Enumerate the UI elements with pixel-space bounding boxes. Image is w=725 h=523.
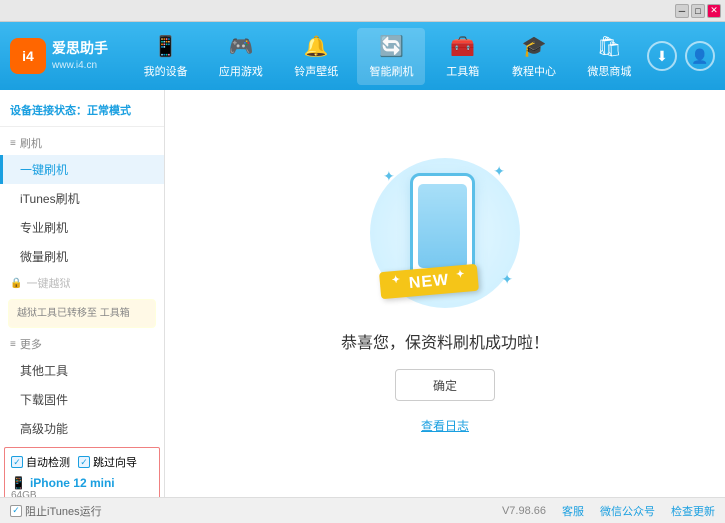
download-button[interactable]: ⬇: [647, 41, 677, 71]
jailbreak-warning: 越狱工具已转移至 工具箱: [8, 299, 156, 328]
more-icon: ≡: [10, 339, 16, 350]
maximize-button[interactable]: □: [691, 4, 705, 18]
confirm-button[interactable]: 确定: [395, 369, 495, 401]
sidebar-item-wipe-flash[interactable]: 微量刷机: [0, 242, 164, 271]
device-icon: 📱: [11, 476, 26, 490]
nav-label: 应用游戏: [219, 63, 263, 79]
sidebar-item-other-tools[interactable]: 其他工具: [0, 356, 164, 385]
check-update-link[interactable]: 检查更新: [671, 503, 715, 519]
nav-item-wechat-store[interactable]: 🛍 微思商城: [575, 28, 643, 85]
section-label: 更多: [20, 336, 42, 352]
device-storage: 64GB: [11, 490, 153, 497]
toolbox-icon: 🧰: [450, 34, 475, 59]
nav-label: 工具箱: [446, 63, 479, 79]
store-icon: 🛍: [597, 34, 622, 59]
device-name: 📱 iPhone 12 mini: [11, 476, 153, 490]
main: 设备连接状态：正常模式 ≡ 刷机 一键刷机 iTunes刷机 专业刷机 微量刷机…: [0, 90, 725, 497]
content-area: ✦ ✦ ✦ ✦ NEW ✦ 恭喜您，保资料刷机成功啦！ 确定 查看日志: [165, 90, 725, 497]
section-label: 一键越狱: [26, 275, 70, 291]
close-button[interactable]: ✕: [707, 4, 721, 18]
success-panel: ✦ ✦ ✦ ✦ NEW ✦ 恭喜您，保资料刷机成功啦！ 确定 查看日志: [341, 153, 549, 434]
sparkle-icon-2: ✦: [493, 163, 505, 180]
section-jailbreak: 🔒 一键越狱: [0, 271, 164, 295]
flash-icon: 🔄: [379, 34, 404, 59]
phone-illustration: ✦ ✦ ✦ ✦ NEW ✦: [365, 153, 525, 313]
sidebar-checkboxes: ✓ 自动检测 ✓ 跳过向导: [11, 454, 153, 470]
logo: i4 爱思助手 www.i4.cn: [10, 38, 108, 74]
apps-icon: 🎮: [228, 34, 253, 59]
nav-label: 我的设备: [144, 63, 188, 79]
section-label: 刷机: [20, 135, 42, 151]
skip-wizard-label: 跳过向导: [93, 454, 137, 470]
sparkle-icon-3: ✦: [501, 271, 513, 288]
nav-bar: 📱 我的设备 🎮 应用游戏 🔔 铃声壁纸 🔄 智能刷机 🧰 工具箱 🎓 教程中心…: [128, 28, 647, 85]
sidebar-item-onekey-flash[interactable]: 一键刷机: [0, 155, 164, 184]
nav-label: 智能刷机: [369, 63, 413, 79]
header: i4 爱思助手 www.i4.cn 📱 我的设备 🎮 应用游戏 🔔 铃声壁纸 🔄…: [0, 22, 725, 90]
stop-itunes-label: 阻止iTunes运行: [25, 503, 102, 519]
sidebar-item-advanced[interactable]: 高级功能: [0, 414, 164, 443]
footer-right: V7.98.66 客服 微信公众号 检查更新: [502, 503, 715, 519]
nav-item-apps-games[interactable]: 🎮 应用游戏: [207, 28, 275, 85]
star-icon-2: ✦: [456, 268, 466, 280]
tutorial-icon: 🎓: [522, 34, 547, 59]
stop-itunes-checkbox[interactable]: ✓: [10, 505, 22, 517]
header-right: ⬇ 👤: [647, 41, 715, 71]
nav-label: 铃声壁纸: [294, 63, 338, 79]
checkbox-icon: ✓: [78, 456, 90, 468]
checkbox-icon: ✓: [11, 456, 23, 468]
sidebar-item-itunes-flash[interactable]: iTunes刷机: [0, 184, 164, 213]
sparkle-icon-1: ✦: [383, 168, 395, 185]
section-more: ≡ 更多: [0, 332, 164, 356]
stop-itunes-control: ✓ 阻止iTunes运行: [10, 503, 102, 519]
nav-label: 微思商城: [587, 63, 631, 79]
logo-text: 爱思助手 www.i4.cn: [52, 39, 108, 73]
auto-detect-checkbox[interactable]: ✓ 自动检测: [11, 454, 70, 470]
nav-label: 教程中心: [512, 63, 556, 79]
title-bar: ─ □ ✕: [0, 0, 725, 22]
device-icon: 📱: [153, 34, 178, 59]
nav-item-smart-flash[interactable]: 🔄 智能刷机: [357, 28, 425, 85]
sidebar-item-download-fw[interactable]: 下载固件: [0, 385, 164, 414]
nav-item-ringtone[interactable]: 🔔 铃声壁纸: [282, 28, 350, 85]
skip-wizard-checkbox[interactable]: ✓ 跳过向导: [78, 454, 137, 470]
lock-icon: 🔒: [10, 278, 22, 289]
section-icon: ≡: [10, 138, 16, 149]
sidebar: 设备连接状态：正常模式 ≡ 刷机 一键刷机 iTunes刷机 专业刷机 微量刷机…: [0, 90, 165, 497]
user-button[interactable]: 👤: [685, 41, 715, 71]
wechat-link[interactable]: 微信公众号: [600, 503, 655, 519]
connection-status: 设备连接状态：正常模式: [0, 98, 164, 127]
nav-item-toolbox[interactable]: 🧰 工具箱: [433, 28, 493, 85]
sidebar-bottom-panel: ✓ 自动检测 ✓ 跳过向导 📱 iPhone 12 mini 64GB Down…: [4, 447, 160, 497]
star-icon: ✦: [391, 274, 401, 286]
service-link[interactable]: 客服: [562, 503, 584, 519]
sidebar-item-pro-flash[interactable]: 专业刷机: [0, 213, 164, 242]
nav-item-tutorial[interactable]: 🎓 教程中心: [500, 28, 568, 85]
phone-screen: [418, 184, 467, 268]
version-text: V7.98.66: [502, 505, 546, 517]
goto-log-link[interactable]: 查看日志: [421, 417, 469, 434]
footer: ✓ 阻止iTunes运行 V7.98.66 客服 微信公众号 检查更新: [0, 497, 725, 523]
section-flash: ≡ 刷机: [0, 131, 164, 155]
auto-detect-label: 自动检测: [26, 454, 70, 470]
minimize-button[interactable]: ─: [675, 4, 689, 18]
nav-item-my-device[interactable]: 📱 我的设备: [132, 28, 200, 85]
ringtone-icon: 🔔: [304, 34, 329, 59]
success-message: 恭喜您，保资料刷机成功啦！: [341, 329, 549, 353]
logo-icon: i4: [10, 38, 46, 74]
